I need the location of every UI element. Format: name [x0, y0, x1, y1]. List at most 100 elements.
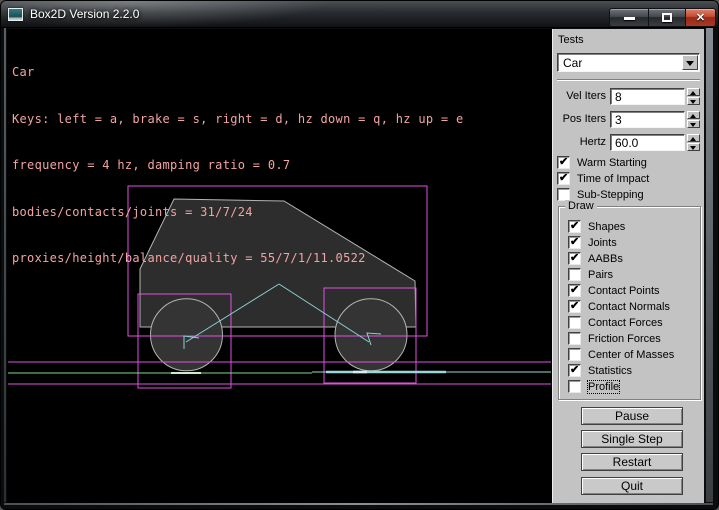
sub-stepping-label: Sub-Stepping — [577, 189, 644, 201]
pos-iters-down-button[interactable] — [687, 120, 700, 128]
shapes-checkbox[interactable]: Shapes — [568, 220, 625, 233]
arrow-down-icon — [690, 100, 696, 104]
chevron-down-icon — [686, 61, 694, 66]
profile-checkbox[interactable]: Profile — [568, 380, 619, 393]
vel-iters-label: Vel Iters — [553, 90, 606, 102]
center-of-masses-box[interactable] — [568, 348, 581, 361]
vel-iters-input[interactable]: 8 — [610, 88, 685, 105]
profile-label: Profile — [588, 381, 619, 393]
center-of-masses-checkbox[interactable]: Center of Masses — [568, 348, 674, 361]
window-border-left — [4, 28, 6, 502]
close-icon: ✕ — [696, 12, 705, 24]
shapes-box[interactable] — [568, 220, 581, 233]
contact-forces-checkbox[interactable]: Contact Forces — [568, 316, 663, 329]
front-wheel-shape — [151, 299, 223, 371]
friction-forces-box[interactable] — [568, 332, 581, 345]
maximize-button[interactable] — [649, 8, 686, 27]
warm-starting-label: Warm Starting — [577, 157, 647, 169]
pairs-checkbox[interactable]: Pairs — [568, 268, 613, 281]
vel-iters-up-button[interactable] — [687, 88, 700, 96]
friction-forces-label: Friction Forces — [588, 333, 661, 345]
statistics-box[interactable] — [568, 364, 581, 377]
arrow-up-icon — [690, 91, 696, 95]
joints-box[interactable] — [568, 236, 581, 249]
warm-starting-box[interactable] — [557, 156, 570, 169]
warm-starting-checkbox[interactable]: Warm Starting — [557, 156, 647, 169]
time-of-impact-label: Time of Impact — [577, 173, 649, 185]
hertz-row: Hertz 60.0 — [553, 134, 705, 151]
frequency-text: frequency = 4 hz, damping ratio = 0.7 — [12, 158, 463, 174]
aabbs-box[interactable] — [568, 252, 581, 265]
control-panel: Tests Car Vel Iters 8 Pos Iters 3 Hertz — [552, 29, 704, 503]
pairs-box[interactable] — [568, 268, 581, 281]
contact-points-checkbox[interactable]: Contact Points — [568, 284, 660, 297]
keys-help-text: Keys: left = a, brake = s, right = d, hz… — [12, 112, 463, 128]
dropdown-button[interactable] — [682, 55, 698, 70]
contact-points-label: Contact Points — [588, 285, 660, 297]
hertz-down-button[interactable] — [687, 143, 700, 151]
rear-wheel-shape — [335, 299, 407, 371]
close-button[interactable]: ✕ — [686, 8, 716, 27]
aabbs-checkbox[interactable]: AABBs — [568, 252, 623, 265]
hertz-input[interactable]: 60.0 — [610, 134, 685, 151]
arrow-up-icon — [690, 114, 696, 118]
friction-forces-checkbox[interactable]: Friction Forces — [568, 332, 661, 345]
test-select-dropdown[interactable]: Car — [557, 53, 700, 72]
contact-normals-checkbox[interactable]: Contact Normals — [568, 300, 670, 313]
app-icon — [8, 8, 23, 21]
vel-iters-row: Vel Iters 8 — [553, 88, 705, 105]
contact-points-box[interactable] — [568, 284, 581, 297]
pos-iters-up-button[interactable] — [687, 111, 700, 119]
stats-proxies-text: proxies/height/balance/quality = 55/7/1/… — [12, 251, 463, 267]
joints-checkbox[interactable]: Joints — [568, 236, 617, 249]
test-select-value: Car — [563, 56, 582, 70]
vel-iters-stepper[interactable] — [687, 88, 700, 105]
panel-separator — [557, 79, 700, 81]
debug-text-overlay: Car Keys: left = a, brake = s, right = d… — [12, 34, 463, 298]
pos-iters-input[interactable]: 3 — [610, 111, 685, 128]
hertz-stepper[interactable] — [687, 134, 700, 151]
aabbs-label: AABBs — [588, 253, 623, 265]
pause-button[interactable]: Pause — [581, 407, 683, 425]
contact-normals-box[interactable] — [568, 300, 581, 313]
minimize-button[interactable] — [609, 8, 649, 27]
vel-iters-down-button[interactable] — [687, 97, 700, 105]
contact-forces-label: Contact Forces — [588, 317, 663, 329]
time-of-impact-box[interactable] — [557, 172, 570, 185]
statistics-label: Statistics — [588, 365, 632, 377]
tests-label: Tests — [558, 34, 584, 46]
caption-buttons: ✕ — [609, 8, 716, 27]
restart-button[interactable]: Restart — [581, 453, 683, 471]
joints-label: Joints — [588, 237, 617, 249]
contact-normals-label: Contact Normals — [588, 301, 670, 313]
test-name-text: Car — [12, 65, 463, 81]
time-of-impact-checkbox[interactable]: Time of Impact — [557, 172, 649, 185]
window-border-right — [706, 28, 713, 502]
draw-group: Draw Shapes Joints AABBs Pairs Contact P… — [558, 206, 701, 400]
pos-iters-row: Pos Iters 3 — [553, 111, 705, 128]
hertz-label: Hertz — [553, 136, 606, 148]
title-bar[interactable]: Box2D Version 2.2.0 ✕ — [1, 1, 718, 28]
minimize-icon — [624, 17, 635, 20]
profile-box[interactable] — [568, 380, 581, 393]
window-title: Box2D Version 2.2.0 — [30, 7, 139, 21]
hertz-up-button[interactable] — [687, 134, 700, 142]
arrow-down-icon — [690, 123, 696, 127]
pos-iters-stepper[interactable] — [687, 111, 700, 128]
draw-group-title: Draw — [565, 200, 597, 212]
arrow-up-icon — [690, 137, 696, 141]
statistics-checkbox[interactable]: Statistics — [568, 364, 632, 377]
window-border-bottom — [4, 503, 713, 505]
quit-button[interactable]: Quit — [581, 477, 683, 495]
simulation-canvas[interactable]: Car Keys: left = a, brake = s, right = d… — [7, 29, 552, 503]
arrow-down-icon — [690, 146, 696, 150]
contact-forces-box[interactable] — [568, 316, 581, 329]
stats-bodies-text: bodies/contacts/joints = 31/7/24 — [12, 205, 463, 221]
single-step-button[interactable]: Single Step — [581, 430, 683, 448]
pairs-label: Pairs — [588, 269, 613, 281]
center-of-masses-label: Center of Masses — [588, 349, 674, 361]
shapes-label: Shapes — [588, 221, 625, 233]
pos-iters-label: Pos Iters — [553, 113, 606, 125]
maximize-icon — [662, 13, 672, 22]
app-window: Box2D Version 2.2.0 ✕ — [0, 0, 719, 510]
